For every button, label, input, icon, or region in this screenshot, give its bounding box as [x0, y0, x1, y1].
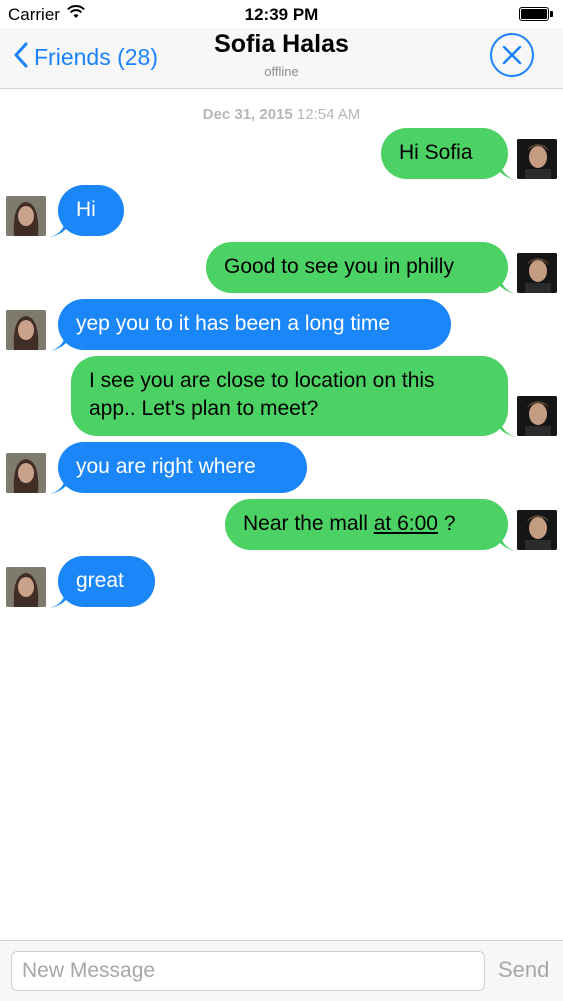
message-text: Hi Sofia — [399, 141, 473, 164]
message-text-line: I see you are close to location on this — [89, 369, 435, 392]
message-text-line: app.. Let's plan to meet? — [89, 397, 319, 420]
message-bubble[interactable]: I see you are close to location on this … — [71, 356, 508, 436]
message-text: Near the mall — [243, 512, 368, 535]
message-text: Good to see you in philly — [224, 255, 454, 278]
message-bubble[interactable]: great — [58, 556, 155, 607]
status-bar: Carrier 12:39 PM — [0, 0, 563, 28]
contact-avatar — [6, 567, 46, 607]
message-text: ? — [443, 512, 456, 535]
message-bubble[interactable]: Near the mall at 6:00 ? — [225, 499, 508, 550]
status-time: 12:39 PM — [244, 5, 319, 24]
send-button[interactable]: Send — [498, 957, 549, 983]
message-bubble[interactable]: Hi Sofia — [381, 128, 508, 179]
my-avatar — [517, 510, 557, 550]
message-bubble[interactable]: yep you to it has been a long time — [58, 299, 451, 350]
my-avatar — [517, 139, 557, 179]
contact-avatar — [6, 310, 46, 350]
close-button[interactable] — [490, 33, 534, 77]
my-avatar — [517, 396, 557, 436]
timestamp-date: Dec 31, 2015 — [202, 106, 293, 123]
message-input[interactable] — [11, 951, 485, 991]
battery-icon — [519, 7, 553, 21]
message-composer: Send — [0, 940, 563, 1001]
time-link[interactable]: at 6:00 — [374, 512, 438, 535]
timestamp-time: 12:54 AM — [296, 106, 361, 123]
my-avatar — [517, 253, 557, 293]
message-text: yep you to it has been a long time — [76, 312, 391, 335]
contact-avatar — [6, 453, 46, 493]
message-bubble[interactable]: Good to see you in philly — [206, 242, 508, 293]
contact-name: Sofia Halas — [214, 30, 349, 58]
navigation-bar: Friends (28) Sofia Halas offline — [0, 28, 563, 89]
contact-avatar — [6, 196, 46, 236]
contact-status: offline — [264, 64, 299, 79]
message-bubble[interactable]: you are right where — [58, 442, 307, 493]
conversation-timestamp: Dec 31, 2015 12:54 AM — [0, 106, 563, 123]
message-text: great — [76, 569, 124, 592]
message-text: Hi — [76, 198, 96, 221]
message-bubble[interactable]: Hi — [58, 185, 124, 236]
message-text: you are right where — [76, 455, 256, 478]
